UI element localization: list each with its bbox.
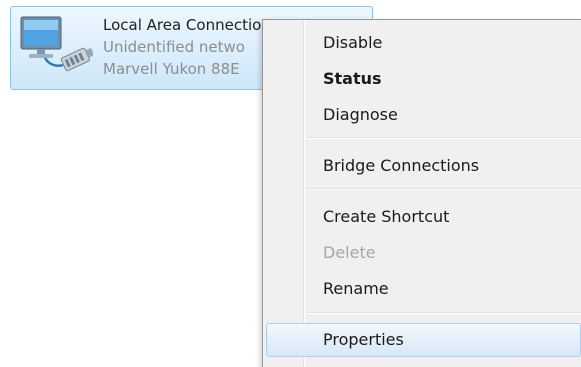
menu-item-delete: Delete [323, 243, 376, 262]
menu-item-diagnose[interactable]: Diagnose [266, 98, 581, 132]
connection-status: Unidentified netwo [103, 38, 245, 56]
connection-info: Local Area Connection Unidentified netwo… [103, 14, 271, 80]
menu-item-bridge-connections[interactable]: Bridge Connections [266, 149, 581, 183]
menu-item-rename[interactable]: Rename [266, 272, 581, 306]
connection-name: Local Area Connection [103, 16, 271, 34]
menu-item-disable[interactable]: Disable [266, 26, 581, 60]
menu-separator [307, 312, 581, 314]
network-adapter-icon [15, 13, 95, 83]
menu-item-create-shortcut[interactable]: Create Shortcut [266, 200, 581, 234]
menu-item-status[interactable]: Status [266, 62, 581, 96]
menu-item-properties[interactable]: Properties [266, 323, 581, 357]
context-menu: Disable Status Diagnose Bridge Connectio… [262, 19, 581, 367]
connection-device: Marvell Yukon 88E [103, 60, 240, 78]
menu-separator [307, 137, 581, 139]
menu-separator [307, 188, 581, 190]
